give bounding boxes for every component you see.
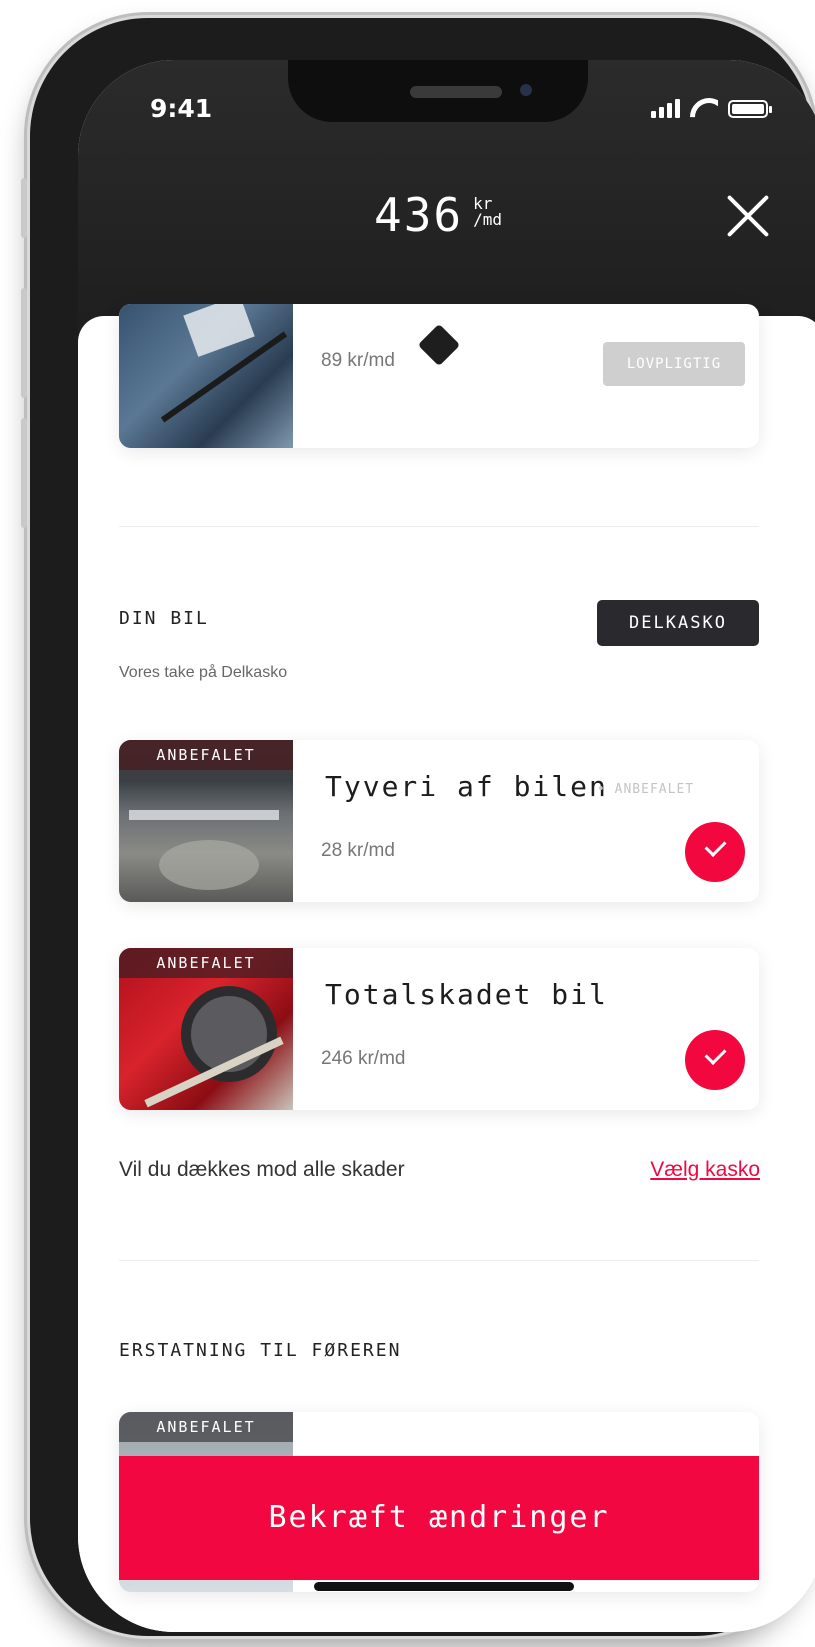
close-icon[interactable]: [724, 192, 772, 240]
speaker: [410, 86, 502, 98]
card-title: Totalskadet bil: [325, 978, 608, 1011]
card-image-bumper: [129, 810, 279, 820]
selected-check-icon[interactable]: [685, 1030, 745, 1090]
price-unit-period: /md: [473, 210, 502, 229]
card-image: ANBEFALET: [119, 948, 293, 1110]
recommended-tag: ANBEFALET: [119, 1412, 293, 1442]
total-price: 436 kr /md: [374, 188, 502, 242]
divider: [119, 1260, 759, 1261]
volume-down-button: [21, 418, 27, 528]
status-icons: [651, 96, 772, 118]
coverage-card-theft[interactable]: ANBEFALET Tyveri af bilen • ANBEFALET 28…: [119, 740, 759, 902]
card-title: Tyveri af bilen: [325, 770, 608, 803]
recommended-tag: ANBEFALET: [119, 740, 293, 770]
price-header: 9:41 436 kr /md: [78, 60, 815, 342]
status-time: 9:41: [150, 94, 213, 123]
wifi-icon: [690, 96, 718, 118]
battery-icon: [728, 100, 772, 118]
divider: [119, 526, 759, 527]
upsell-text: Vil du dækkes mod alle skader: [119, 1158, 405, 1181]
mute-switch: [21, 178, 27, 238]
notch: [288, 60, 588, 122]
card-price: 89 kr/md: [321, 350, 395, 371]
price-amount: 436: [374, 188, 464, 242]
card-price: 28 kr/md: [321, 840, 395, 861]
card-body: 89 kr/md LOVPLIGTIG: [293, 304, 759, 448]
section-subtitle: Vores take på Delkasko: [119, 664, 288, 681]
section-title-car: DIN BIL: [119, 608, 209, 629]
recommended-tag: ANBEFALET: [119, 948, 293, 978]
card-image-ground: [159, 840, 259, 890]
plan-badge[interactable]: DELKASKO: [597, 600, 759, 646]
card-image-paper: [183, 304, 255, 357]
card-body: Tyveri af bilen • ANBEFALET 28 kr/md: [293, 740, 759, 902]
card-image: [119, 304, 293, 448]
card-body: Totalskadet bil 246 kr/md: [293, 948, 759, 1110]
card-price: 246 kr/md: [321, 1048, 406, 1069]
coverage-card-totaled[interactable]: ANBEFALET Totalskadet bil 246 kr/md: [119, 948, 759, 1110]
home-indicator[interactable]: [314, 1582, 574, 1591]
price-unit: kr /md: [473, 196, 502, 228]
coverage-list: 89 kr/md LOVPLIGTIG DIN BIL DELKASKO Vor…: [78, 304, 815, 1632]
confirm-changes-button[interactable]: Bekræft ændringer: [119, 1456, 759, 1580]
section-title-driver: ERSTATNING TIL FØREREN: [119, 1340, 402, 1361]
phone-frame: 9:41 436 kr /md 89 kr/md LOVPLIGTIG DIN …: [21, 18, 815, 1636]
signal-icon: [651, 99, 680, 118]
recommended-note: • ANBEFALET: [597, 782, 695, 797]
choose-kasko-link[interactable]: Vælg kasko: [650, 1158, 760, 1182]
screen: 9:41 436 kr /md 89 kr/md LOVPLIGTIG DIN …: [78, 60, 815, 1632]
card-image: ANBEFALET: [119, 740, 293, 902]
volume-up-button: [21, 288, 27, 398]
selected-check-icon[interactable]: [685, 822, 745, 882]
camera: [520, 84, 532, 96]
mandatory-badge: LOVPLIGTIG: [603, 342, 745, 386]
